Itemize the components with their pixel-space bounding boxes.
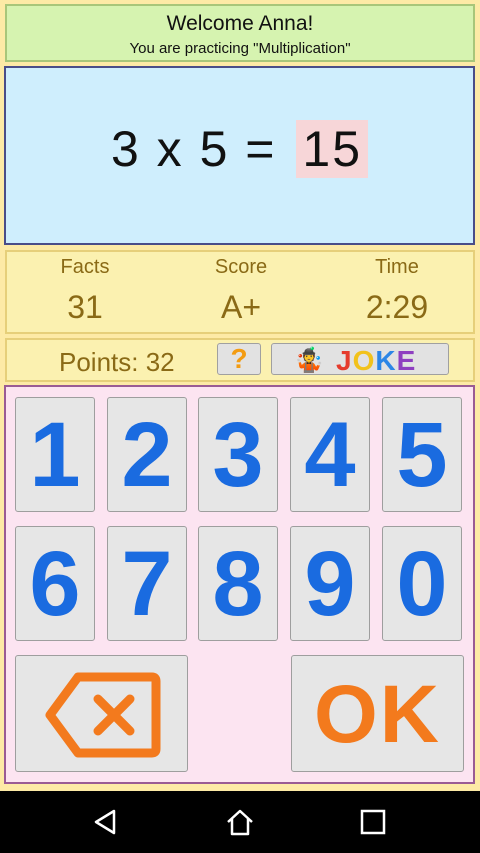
score-stat: Score A+	[163, 256, 319, 326]
jester-icon: 🤹	[294, 347, 324, 374]
ok-button[interactable]: OK	[291, 655, 464, 772]
digit-3-button[interactable]: 3	[198, 397, 278, 512]
digit-2-button[interactable]: 2	[107, 397, 187, 512]
operand-a: 3	[110, 121, 141, 177]
answer-field[interactable]: 15	[296, 120, 369, 178]
stats-panel: Facts 31 Score A+ Time 2:29	[5, 250, 475, 334]
home-icon[interactable]	[224, 808, 256, 836]
joke-label: JOKE	[336, 345, 417, 376]
practice-subtitle: You are practicing "Multiplication"	[129, 40, 351, 57]
digit-9-button[interactable]: 9	[290, 526, 370, 641]
joke-button[interactable]: 🤹 JOKE	[271, 343, 449, 376]
digit-5-button[interactable]: 5	[382, 397, 462, 512]
backspace-button[interactable]	[15, 655, 188, 772]
recents-icon[interactable]	[357, 808, 389, 836]
score-value: A+	[220, 289, 262, 325]
digit-4-button[interactable]: 4	[290, 397, 370, 512]
question-panel: 3 x 5 = 15	[4, 66, 475, 245]
facts-value: 31	[67, 289, 103, 325]
time-stat: Time 2:29	[319, 256, 475, 326]
digit-7-button[interactable]: 7	[107, 526, 187, 641]
android-nav-bar	[0, 791, 480, 853]
digit-6-button[interactable]: 6	[15, 526, 95, 641]
time-value: 2:29	[365, 289, 429, 325]
back-icon[interactable]	[90, 808, 122, 836]
ok-label: OK	[314, 669, 441, 760]
keypad: 1 2 3 4 5 6 7 8 9 0 OK	[4, 385, 475, 784]
points-label: Points: 32	[59, 347, 175, 377]
points-bar: Points: 32 ? 🤹 JOKE	[5, 338, 475, 382]
operand-b: 5	[199, 121, 230, 177]
equation: 3 x 5 = 15	[6, 120, 473, 178]
digit-8-button[interactable]: 8	[198, 526, 278, 641]
welcome-banner: Welcome Anna! You are practicing "Multip…	[5, 4, 475, 62]
digit-1-button[interactable]: 1	[15, 397, 95, 512]
backspace-icon	[45, 672, 160, 758]
digit-0-button[interactable]: 0	[382, 526, 462, 641]
operator: x	[156, 121, 184, 177]
facts-stat: Facts 31	[7, 256, 163, 326]
greeting-text: Welcome Anna!	[166, 12, 314, 35]
help-button[interactable]: ?	[217, 343, 261, 375]
facts-label: Facts	[60, 256, 110, 278]
equals-sign: =	[245, 121, 277, 177]
time-label: Time	[375, 256, 419, 278]
score-label: Score	[214, 256, 268, 278]
